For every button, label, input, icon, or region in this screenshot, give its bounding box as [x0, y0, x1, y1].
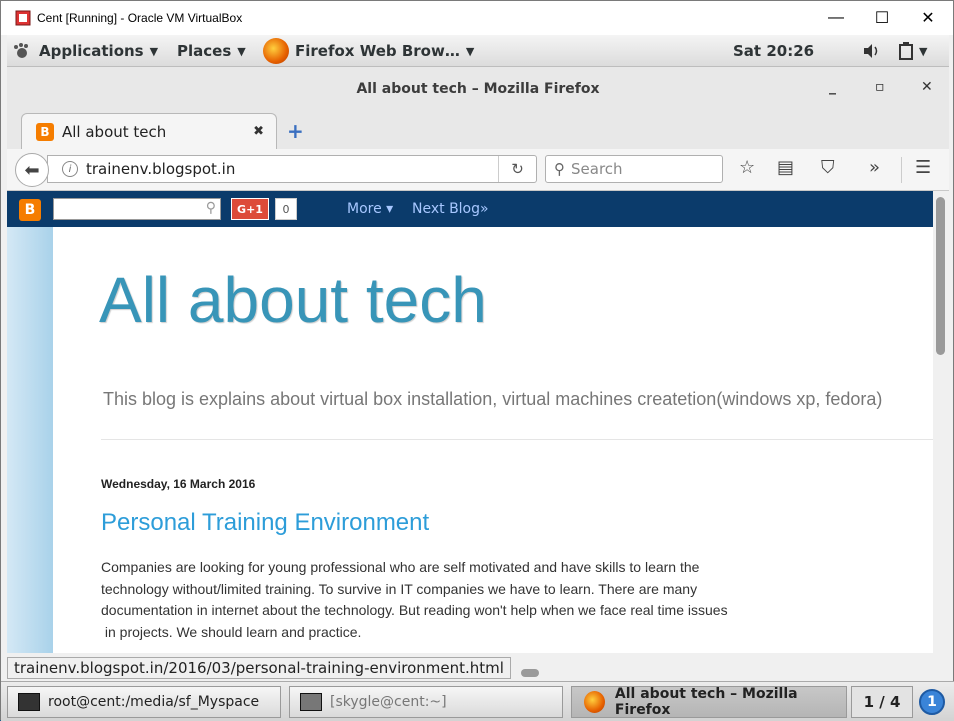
firefox-app-menu[interactable]: Firefox Web Brow… ▼ [263, 35, 474, 67]
scrollbar-thumb[interactable] [936, 197, 945, 355]
bookmark-star-icon[interactable]: ☆ [739, 157, 755, 178]
blogger-favicon-icon: B [36, 122, 54, 141]
post-body: Companies are looking for young professi… [101, 557, 821, 643]
dropdown-arrow-icon: ▼ [149, 44, 159, 58]
gnome-foot-icon [14, 43, 28, 58]
minimize-icon: — [828, 9, 844, 26]
battery-icon[interactable]: ▼ [899, 35, 927, 67]
virtualbox-title: Cent [Running] - Oracle VM VirtualBox [37, 11, 243, 25]
app-button-label: Firefox Web Brow… [295, 42, 460, 60]
places-label: Places [177, 42, 232, 60]
horizontal-scrollbar-thumb[interactable] [521, 669, 539, 677]
post-title-link[interactable]: Personal Training Environment [101, 509, 429, 537]
places-menu[interactable]: Places ▼ [177, 35, 246, 67]
post-line: documentation in internet about the tech… [101, 602, 728, 618]
navigation-toolbar: i trainenv.blogspot.in ↻ ⬅ ⚲ Search ☆ ▤ … [7, 149, 949, 191]
ff-maximize-icon[interactable]: ▫ [875, 79, 885, 95]
task-terminal-skygle[interactable]: [skygle@cent:~] [289, 686, 563, 718]
terminal-icon [300, 693, 322, 711]
back-button[interactable]: ⬅ [15, 153, 49, 187]
blogger-logo-icon[interactable]: B [19, 199, 41, 221]
hamburger-menu-icon[interactable]: ☰ [915, 157, 931, 178]
search-icon: ⚲ [554, 160, 565, 178]
next-blog-link[interactable]: Next Blog» [412, 201, 489, 217]
blog-description: This blog is explains about virtual box … [103, 389, 883, 409]
close-button[interactable]: ✕ [905, 1, 951, 35]
info-icon[interactable]: i [62, 161, 78, 177]
task-label: [skygle@cent:~] [330, 694, 447, 710]
minimize-button[interactable]: — [813, 1, 859, 35]
clock[interactable]: Sat 20:26 [733, 35, 814, 67]
blogger-navbar: B ⚲ G+1 0 More ▾ Next Blog» [7, 191, 933, 227]
notification-badge[interactable]: 1 [919, 689, 945, 715]
firefox-title-bar: All about tech – Mozilla Firefox _ ▫ ✕ [7, 67, 949, 111]
url-bar[interactable]: i trainenv.blogspot.in ↻ [47, 155, 537, 183]
virtualbox-app-icon [15, 10, 31, 26]
dropdown-arrow-icon: ▼ [465, 44, 475, 58]
blog-search-input[interactable]: ⚲ [53, 198, 221, 220]
search-input[interactable]: ⚲ Search [545, 155, 723, 183]
terminal-icon [18, 693, 40, 711]
toolbar-separator [901, 157, 902, 183]
ff-minimize-icon[interactable]: _ [829, 79, 836, 95]
dropdown-arrow-icon: ▼ [237, 44, 246, 58]
task-label: All about tech – Mozilla Firefox [614, 686, 798, 718]
clock-label: Sat 20:26 [733, 42, 815, 60]
google-plus-count: 0 [275, 198, 297, 220]
task-label: root@cent:/media/sf_Myspace [48, 694, 260, 710]
gnome-bottom-taskbar: root@cent:/media/sf_Myspace [skygle@cent… [1, 681, 954, 721]
more-menu-link[interactable]: More ▾ [347, 201, 393, 217]
task-terminal-root[interactable]: root@cent:/media/sf_Myspace [7, 686, 281, 718]
tab-all-about-tech[interactable]: B All about tech ✖ [21, 113, 277, 149]
applications-label: Applications [39, 42, 144, 60]
post-line: in projects. We should learn and practic… [101, 623, 362, 640]
back-arrow-icon: ⬅ [24, 159, 40, 181]
firefox-icon [263, 38, 289, 64]
virtualbox-window: Cent [Running] - Oracle VM VirtualBox — … [0, 0, 954, 721]
url-text[interactable]: trainenv.blogspot.in [86, 160, 235, 178]
page-background-strip [7, 227, 53, 653]
post-line: Companies are looking for young professi… [101, 559, 700, 575]
firefox-icon [584, 691, 605, 713]
dropdown-arrow-icon: ▼ [919, 44, 928, 58]
bookmarks-menu-icon[interactable]: ▤ [777, 157, 794, 178]
ff-close-icon[interactable]: ✕ [921, 79, 933, 95]
maximize-button[interactable]: ☐ [859, 1, 905, 35]
workspace-pager[interactable]: 1 / 4 [851, 686, 913, 718]
overflow-chevron-icon[interactable]: » [869, 157, 880, 178]
header-divider [101, 439, 933, 440]
firefox-window-title: All about tech – Mozilla Firefox [356, 81, 600, 97]
reload-icon[interactable]: ↻ [498, 156, 536, 182]
pocket-icon[interactable]: ⛉ [821, 157, 835, 178]
vertical-scrollbar[interactable] [933, 191, 949, 653]
applications-menu[interactable]: Applications ▼ [13, 35, 158, 67]
maximize-icon: ☐ [874, 10, 890, 27]
tab-strip: B All about tech ✖ + [7, 111, 949, 149]
search-placeholder: Search [571, 160, 623, 178]
status-link-preview: trainenv.blogspot.in/2016/03/personal-tr… [7, 657, 511, 679]
search-icon[interactable]: ⚲ [206, 200, 216, 216]
blog-title[interactable]: All about tech [99, 263, 487, 337]
blog-page: All about tech This blog is explains abo… [7, 227, 933, 653]
virtualbox-title-bar: Cent [Running] - Oracle VM VirtualBox — … [1, 1, 953, 35]
close-tab-icon[interactable]: ✖ [253, 124, 264, 139]
gnome-top-panel: Applications ▼ Places ▼ Firefox Web Brow… [7, 35, 949, 67]
task-firefox[interactable]: All about tech – Mozilla Firefox [571, 686, 847, 718]
post-date: Wednesday, 16 March 2016 [101, 477, 256, 491]
new-tab-icon[interactable]: + [287, 119, 304, 143]
volume-icon[interactable] [863, 35, 881, 67]
post-line: technology without/limited training. To … [101, 580, 698, 597]
close-icon: ✕ [921, 10, 935, 27]
tab-label: All about tech [62, 122, 167, 141]
google-plus-button[interactable]: G+1 [231, 198, 269, 220]
